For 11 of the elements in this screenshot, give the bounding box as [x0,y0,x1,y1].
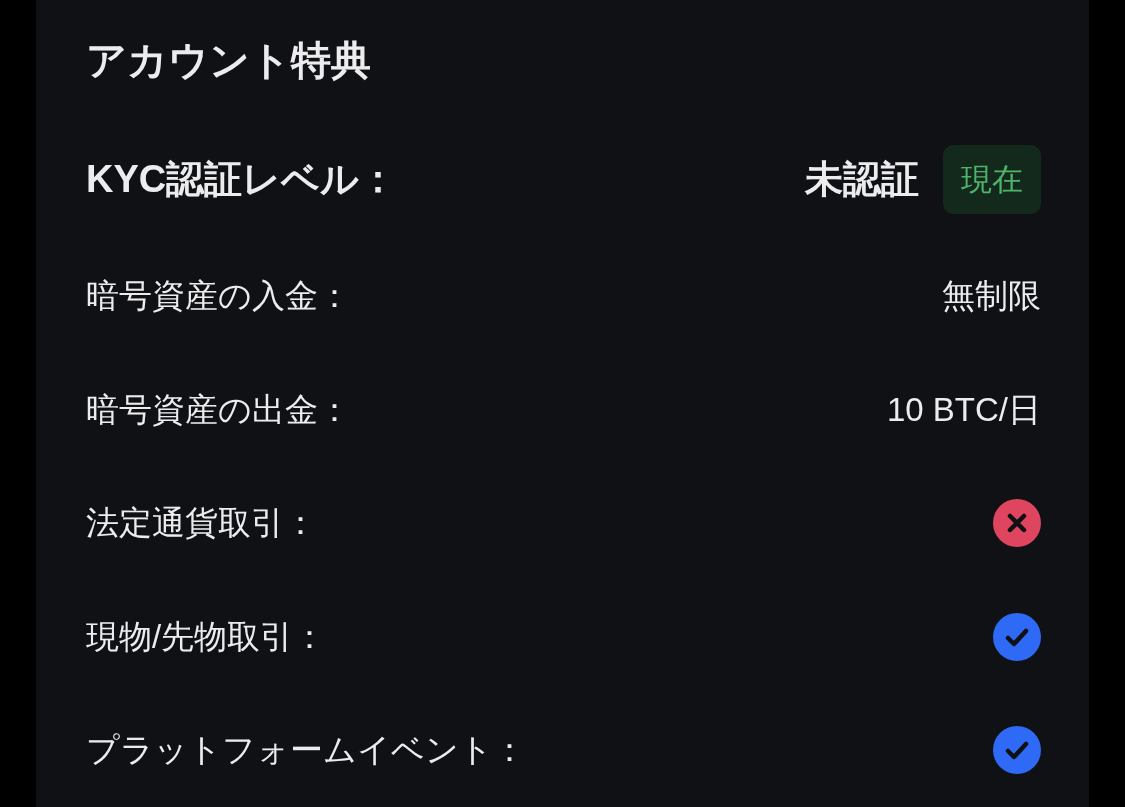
kyc-level-value: 未認証 [805,156,919,202]
benefit-label: 現物/先物取引： [86,616,327,657]
kyc-level-label: KYC認証レベル： [86,156,398,202]
benefit-label: 暗号資産の入金： [86,276,351,317]
section-title: アカウント特典 [86,36,371,84]
benefit-label: プラットフォームイベント： [86,730,526,771]
benefit-value: 10 BTC/日 [886,389,1041,430]
benefit-label: 暗号資産の出金： [86,389,351,430]
benefit-value: 無制限 [942,276,1041,317]
current-badge: 現在 [943,144,1041,215]
benefit-label: 法定通貨取引： [86,503,317,544]
